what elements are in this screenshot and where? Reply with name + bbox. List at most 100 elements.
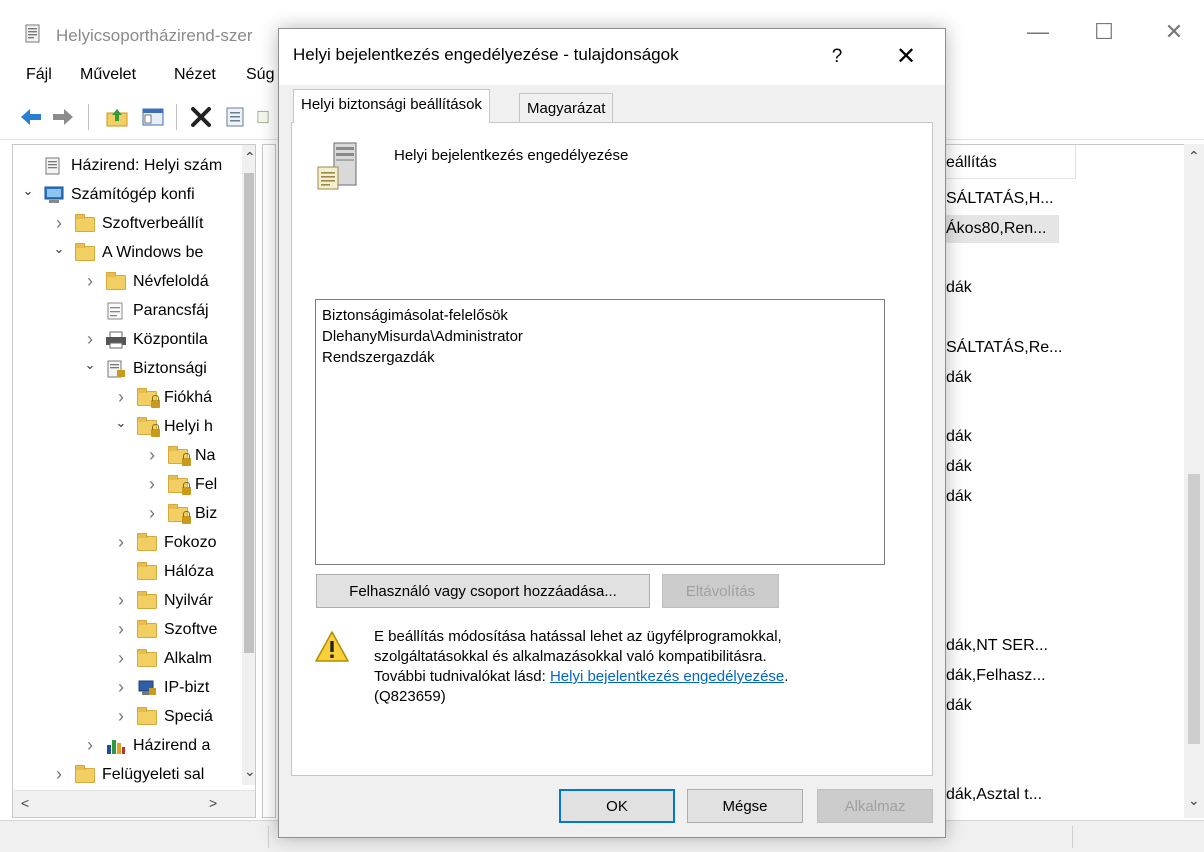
tree-vertical-scrollbar[interactable]: ⌃ ⌄ <box>242 145 255 785</box>
table-row[interactable]: SÁLTATÁS,Re... <box>946 334 1074 362</box>
scroll-down-icon[interactable]: ⌄ <box>1188 792 1200 809</box>
details-pane[interactable]: eállítás SÁLTATÁS,H... Ákos80,Ren... dák SÁ… <box>946 144 1204 818</box>
table-row[interactable] <box>946 245 958 273</box>
chevron-right-icon[interactable]: › <box>114 387 128 408</box>
apply-button[interactable]: Alkalmaz <box>817 789 933 823</box>
export-list-icon[interactable] <box>256 104 270 130</box>
chevron-right-icon[interactable]: › <box>52 213 66 234</box>
chevron-right-icon[interactable]: › <box>114 619 128 640</box>
help-icon[interactable]: ? <box>817 39 857 75</box>
scroll-right-icon[interactable]: > <box>209 795 217 811</box>
table-row[interactable]: dák <box>946 423 984 451</box>
menu-action[interactable]: Művelet <box>80 66 136 84</box>
tab-local-security-setting[interactable]: Helyi biztonsági beállítások <box>293 89 490 123</box>
chevron-right-icon[interactable]: › <box>145 445 159 466</box>
close-window-icon[interactable]: ✕ <box>1154 14 1194 50</box>
scroll-up-icon[interactable]: ⌃ <box>1188 148 1200 165</box>
table-row[interactable]: dák,Felhasz... <box>946 662 1058 690</box>
tree-item[interactable]: › Központila <box>83 325 208 354</box>
tree-item[interactable]: Hálóza <box>114 557 214 586</box>
menu-view[interactable]: Nézet <box>174 66 216 84</box>
table-row[interactable] <box>946 304 958 332</box>
tree-item[interactable]: › Házirend a <box>83 731 210 760</box>
close-icon[interactable]: ✕ <box>885 39 927 75</box>
tree-item[interactable]: › Na <box>145 441 215 470</box>
tree-item[interactable]: › Fiókhá <box>114 383 212 412</box>
tree-item[interactable]: › Szoftve <box>114 615 217 644</box>
table-row[interactable] <box>946 543 958 571</box>
table-row[interactable]: dák,Asztal t... <box>946 781 1054 809</box>
tree-item[interactable]: ⌄ A Windows be <box>52 238 203 267</box>
tree-scroll-thumb[interactable] <box>244 173 254 653</box>
tree-item[interactable]: › Névfeloldá <box>83 267 209 296</box>
table-row[interactable] <box>946 572 958 600</box>
tree-item[interactable]: › Szoftverbeállít <box>52 209 203 238</box>
chevron-down-icon[interactable]: ⌄ <box>114 415 128 431</box>
scroll-left-icon[interactable]: < <box>21 795 29 811</box>
chevron-right-icon[interactable]: › <box>145 503 159 524</box>
chevron-right-icon[interactable]: › <box>114 706 128 727</box>
tab-explain[interactable]: Magyarázat <box>519 93 614 123</box>
table-row[interactable] <box>946 602 958 630</box>
scroll-down-icon[interactable]: ⌄ <box>244 763 255 780</box>
remove-button[interactable]: Eltávolítás <box>662 574 779 608</box>
column-header-setting[interactable]: eállítás <box>946 145 1076 179</box>
properties-icon[interactable] <box>222 104 248 130</box>
ok-button[interactable]: OK <box>559 789 675 823</box>
tree-horizontal-scrollbar[interactable]: < > <box>13 790 255 817</box>
tree-item[interactable]: › Fel <box>145 470 217 499</box>
chevron-right-icon[interactable]: › <box>114 532 128 553</box>
tree-item[interactable]: › Biz <box>145 499 217 528</box>
table-row[interactable]: Ákos80,Ren... <box>946 214 1059 243</box>
minimize-icon[interactable]: — <box>1018 14 1058 50</box>
chevron-right-icon[interactable]: › <box>83 735 97 756</box>
maximize-icon[interactable]: ☐ <box>1084 14 1124 50</box>
tree-item[interactable]: ⌄ Helyi h <box>114 412 213 441</box>
cancel-button[interactable]: Mégse <box>687 789 803 823</box>
menu-help[interactable]: Súg <box>246 66 274 84</box>
chevron-right-icon[interactable]: › <box>114 590 128 611</box>
chevron-right-icon[interactable]: › <box>83 271 97 292</box>
menu-file[interactable]: Fájl <box>26 66 52 84</box>
table-row[interactable] <box>946 751 958 779</box>
back-arrow-icon[interactable] <box>18 104 44 130</box>
show-hide-tree-icon[interactable] <box>140 104 166 130</box>
table-row[interactable]: dák <box>946 453 984 481</box>
tree-item[interactable]: Parancsfáj <box>83 296 209 325</box>
table-row[interactable]: dák <box>946 483 984 511</box>
tree-item[interactable]: ⌄ Számítógép konfi <box>21 180 195 209</box>
table-row[interactable] <box>946 394 958 422</box>
table-row[interactable] <box>946 721 958 749</box>
table-row[interactable]: dák,NT SER... <box>946 632 1060 660</box>
delete-icon[interactable] <box>188 104 214 130</box>
table-row[interactable]: dák <box>946 364 984 392</box>
chevron-right-icon[interactable]: › <box>145 474 159 495</box>
tree-item[interactable]: › Fokozo <box>114 528 216 557</box>
tree-item[interactable]: › Felügyeleti sal <box>52 760 204 789</box>
table-row[interactable]: dák <box>946 692 984 720</box>
chevron-right-icon[interactable]: › <box>52 764 66 785</box>
list-item[interactable]: Rendszergazdák <box>322 347 878 368</box>
members-listbox[interactable]: Biztonságimásolat-felelősök DlehanyMisur… <box>315 299 885 565</box>
table-row[interactable]: SÁLTATÁS,H... <box>946 185 1066 213</box>
add-user-or-group-button[interactable]: Felhasználó vagy csoport hozzáadása... <box>316 574 650 608</box>
chevron-right-icon[interactable]: › <box>114 648 128 669</box>
tree-item[interactable]: › Speciá <box>114 702 213 731</box>
tree-item[interactable]: › Nyilvár <box>114 586 213 615</box>
chevron-down-icon[interactable]: ⌄ <box>83 357 97 373</box>
table-row[interactable] <box>946 513 958 541</box>
tree-item[interactable]: › IP-bizt <box>114 673 209 702</box>
chevron-down-icon[interactable]: ⌄ <box>21 183 35 199</box>
list-item[interactable]: DlehanyMisurda\Administrator <box>322 326 878 347</box>
details-scroll-thumb[interactable] <box>1188 474 1200 744</box>
details-vertical-scrollbar[interactable]: ⌃ ⌄ <box>1184 144 1204 818</box>
chevron-down-icon[interactable]: ⌄ <box>52 241 66 257</box>
table-row[interactable]: dák <box>946 274 984 302</box>
chevron-right-icon[interactable]: › <box>114 677 128 698</box>
chevron-right-icon[interactable]: › <box>83 329 97 350</box>
up-folder-icon[interactable] <box>104 104 130 130</box>
help-link[interactable]: Helyi bejelentkezés engedélyezése <box>550 668 784 685</box>
forward-arrow-icon[interactable] <box>50 104 76 130</box>
dialog-titlebar[interactable]: Helyi bejelentkezés engedélyezése - tula… <box>279 29 945 85</box>
scroll-up-icon[interactable]: ⌃ <box>244 149 255 166</box>
